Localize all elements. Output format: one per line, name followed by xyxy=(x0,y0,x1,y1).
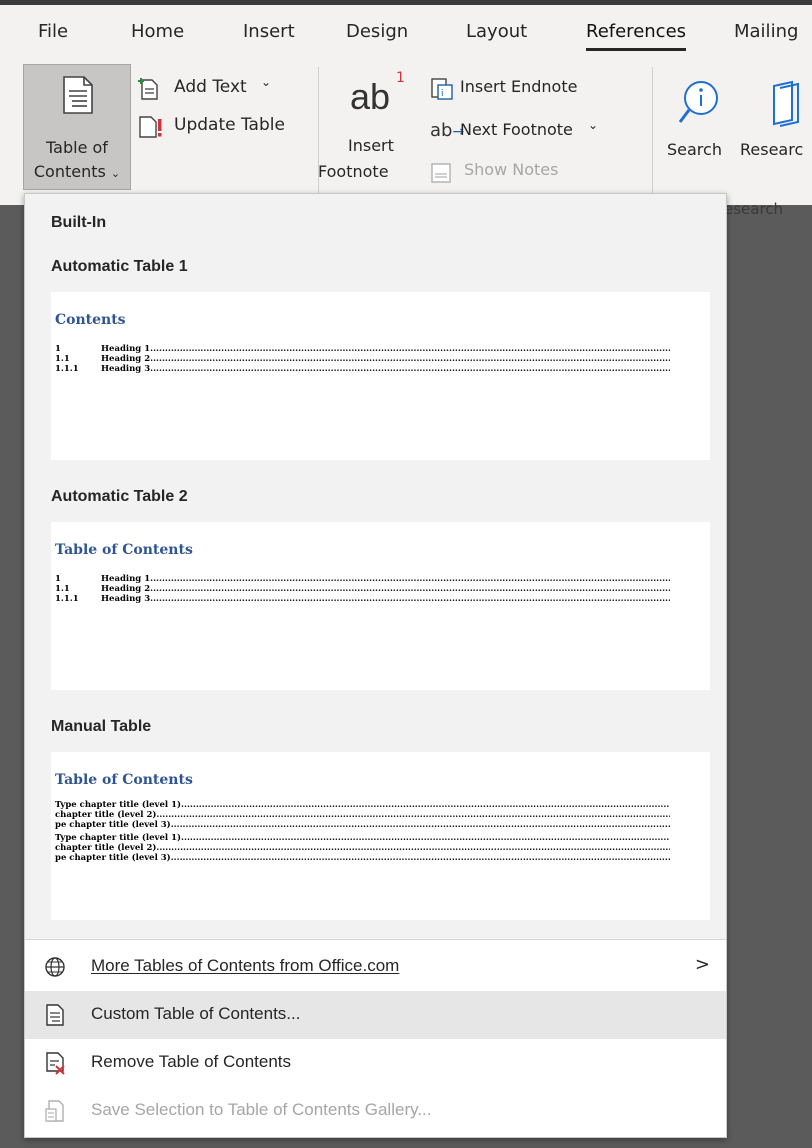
add-text-button[interactable]: Add Text ⌄ xyxy=(138,75,288,105)
more-tables-label: More Tables of Contents from Office.com xyxy=(91,956,400,975)
show-notes-label: Show Notes xyxy=(464,160,559,179)
remove-document-icon xyxy=(46,1052,65,1075)
researcher-label: Researc xyxy=(740,140,804,159)
preview-row: 1 Heading 1..............................… xyxy=(55,574,670,584)
researcher-button[interactable]: Researc xyxy=(736,70,812,180)
search-button[interactable]: Search xyxy=(665,70,733,180)
automatic-table-1-preview[interactable]: Contents 1 Heading 1.....................… xyxy=(51,292,710,460)
update-table-label: Update Table xyxy=(174,115,285,135)
save-selection-label: Save Selection to Table of Contents Gall… xyxy=(91,1100,432,1119)
svg-text:i: i xyxy=(441,89,444,99)
research-group-label: esearch xyxy=(724,200,784,218)
insert-footnote-label-2: Footnote xyxy=(318,162,389,181)
table-of-contents-menu: Built-In Automatic Table 1 Contents 1 Hea… xyxy=(24,193,727,1138)
table-of-contents-button[interactable]: Table of Contents ⌄ xyxy=(23,64,131,190)
preview-row: Type chapter title (level 1)............… xyxy=(55,800,670,810)
table-of-contents-icon xyxy=(63,76,93,114)
researcher-icon xyxy=(773,80,799,127)
add-text-icon xyxy=(138,78,158,100)
remove-table-of-contents-item[interactable]: Remove Table of Contents xyxy=(25,1039,726,1087)
preview-row: 1.1.1 Heading 3..........................… xyxy=(55,364,670,374)
search-label: Search xyxy=(667,140,722,159)
chevron-right-icon: > xyxy=(694,954,710,975)
tab-layout[interactable]: Layout xyxy=(466,21,527,42)
more-tables-of-contents-item[interactable]: More Tables of Contents from Office.com … xyxy=(25,943,726,991)
preview-row: 1.1 Heading 2............................… xyxy=(55,584,670,594)
insert-footnote-label-1: Insert xyxy=(348,136,394,155)
automatic-table-2-preview[interactable]: Table of Contents 1 Heading 1............… xyxy=(51,522,710,690)
toc-label-line1: Table of xyxy=(46,138,108,157)
document-area xyxy=(724,225,812,1148)
remove-table-label: Remove Table of Contents xyxy=(91,1052,292,1071)
show-notes-button[interactable]: Show Notes xyxy=(430,160,590,188)
gallery-area: Built-In Automatic Table 1 Contents 1 Hea… xyxy=(25,194,726,939)
section-title: Manual Table xyxy=(51,718,152,735)
toc-label-line2: Contents ⌄ xyxy=(33,162,121,181)
insert-endnote-button[interactable]: i Insert Endnote xyxy=(430,77,610,105)
group-separator xyxy=(652,67,653,193)
insert-endnote-icon: i xyxy=(431,78,453,100)
globe-icon xyxy=(45,957,65,977)
superscript-one: 1 xyxy=(396,70,405,86)
custom-table-of-contents-item[interactable]: Custom Table of Contents... xyxy=(25,991,726,1039)
tab-mailings[interactable]: Mailing xyxy=(734,21,798,42)
preview-row: pe chapter title (level 3)..............… xyxy=(55,820,670,830)
save-selection-to-gallery-item[interactable]: Save Selection to Table of Contents Gall… xyxy=(25,1087,726,1135)
tab-design[interactable]: Design xyxy=(346,21,408,42)
add-text-label: Add Text xyxy=(174,77,247,97)
update-table-icon xyxy=(139,116,162,138)
tab-insert[interactable]: Insert xyxy=(243,21,295,42)
document-icon xyxy=(46,1004,64,1026)
preview-row: pe chapter title (level 3)..............… xyxy=(55,853,670,863)
manual-table-preview[interactable]: Table of Contents Type chapter title (le… xyxy=(51,752,710,920)
preview-title: Table of Contents xyxy=(55,542,193,558)
chevron-down-icon: ⌄ xyxy=(261,75,272,89)
preview-title: Table of Contents xyxy=(55,772,193,788)
chevron-down-icon: ⌄ xyxy=(588,118,599,132)
next-footnote-button[interactable]: ab→ Next Footnote ⌄ xyxy=(430,118,620,148)
update-table-button[interactable]: Update Table xyxy=(138,115,298,143)
save-gallery-icon xyxy=(45,1100,64,1122)
search-icon xyxy=(678,81,718,123)
preview-row: chapter title (level 2).................… xyxy=(55,810,670,820)
menu-separator xyxy=(25,939,726,940)
show-notes-icon xyxy=(431,163,451,183)
builtin-header: Built-In xyxy=(51,214,107,231)
section-title: Automatic Table 1 xyxy=(51,258,188,275)
preview-row: Type chapter title (level 1)............… xyxy=(55,833,670,843)
preview-row: 1.1.1 Heading 3..........................… xyxy=(55,594,670,604)
next-footnote-label: Next Footnote xyxy=(460,120,573,139)
footnote-icon: ab xyxy=(350,76,391,117)
tab-file[interactable]: File xyxy=(38,21,68,42)
tab-home[interactable]: Home xyxy=(131,21,184,42)
tab-references[interactable]: References xyxy=(586,21,687,51)
insert-footnote-button[interactable]: ab 1 Insert Footnote xyxy=(318,70,418,190)
section-title: Automatic Table 2 xyxy=(51,488,188,505)
preview-row: 1.1 Heading 2............................… xyxy=(55,354,670,364)
preview-row: 1 Heading 1..............................… xyxy=(55,344,670,354)
custom-table-label: Custom Table of Contents... xyxy=(91,1004,301,1023)
preview-title: Contents xyxy=(55,312,126,328)
ribbon: File Home Insert Design Layout Reference… xyxy=(0,5,812,205)
chevron-down-icon: ⌄ xyxy=(110,167,121,180)
ribbon-tabs: File Home Insert Design Layout Reference… xyxy=(0,5,812,60)
insert-endnote-label: Insert Endnote xyxy=(460,77,578,96)
preview-row: chapter title (level 2).................… xyxy=(55,843,670,853)
